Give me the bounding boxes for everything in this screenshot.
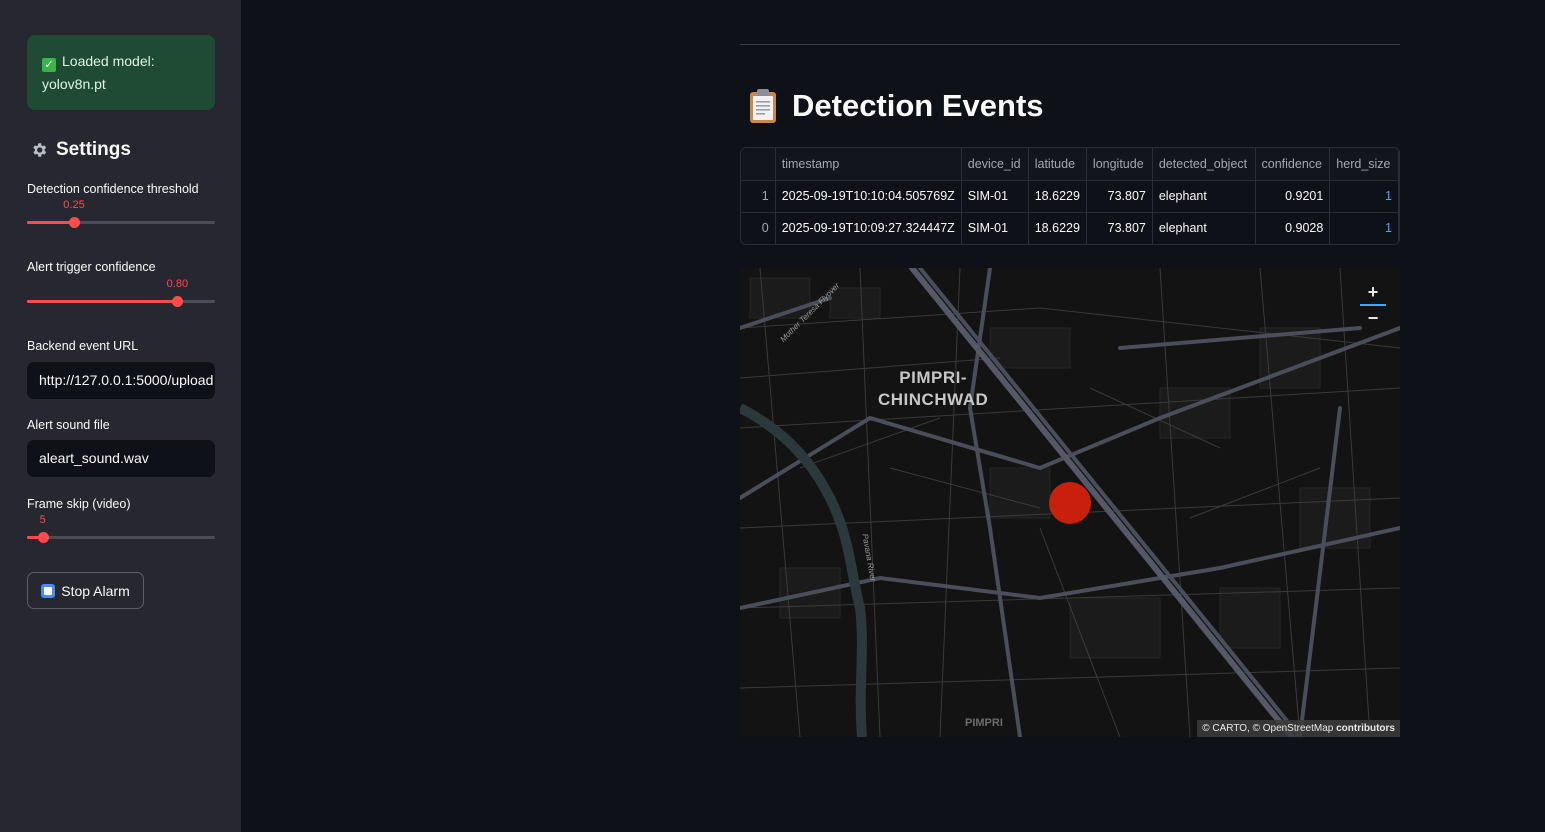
column-header-herd-size[interactable]: herd_size: [1329, 148, 1399, 181]
city-label: PIMPRI- CHINCHWAD: [878, 367, 988, 411]
slider-fill: [27, 300, 178, 303]
cell-detected-object[interactable]: elephant: [1152, 180, 1256, 213]
zoom-in-button[interactable]: +: [1360, 280, 1386, 306]
column-header-timestamp[interactable]: timestamp: [775, 148, 962, 181]
cell-herd-size[interactable]: 1: [1329, 180, 1399, 213]
cell-timestamp[interactable]: 2025-09-19T10:10:04.505769Z: [775, 180, 962, 213]
cell-herd-size[interactable]: 1: [1329, 212, 1399, 244]
slider-value: 5: [39, 514, 46, 526]
frame-skip-slider[interactable]: 5: [27, 514, 215, 546]
alert-confidence-label: Alert trigger confidence: [27, 260, 156, 274]
slider-value: 0.25: [63, 199, 85, 211]
slider-thumb[interactable]: [172, 296, 184, 307]
slider-thumb[interactable]: [69, 217, 80, 228]
column-header-longitude[interactable]: longitude: [1086, 148, 1153, 181]
cell-confidence[interactable]: 0.9201: [1255, 180, 1331, 213]
cell-longitude[interactable]: 73.807: [1086, 212, 1153, 244]
column-header-latitude[interactable]: latitude: [1028, 148, 1087, 181]
column-header-confidence[interactable]: confidence: [1255, 148, 1331, 181]
backend-url-label: Backend event URL: [27, 339, 139, 353]
sidebar: ✓ Loaded model: yolov8n.pt Settings Detec…: [0, 0, 241, 832]
bottom-area-label: PIMPRI: [965, 717, 1003, 729]
cell-confidence[interactable]: 0.9028: [1255, 212, 1331, 244]
slider-track: [27, 536, 215, 539]
cell-latitude[interactable]: 18.6229: [1028, 180, 1087, 213]
check-icon: ✓: [42, 58, 56, 72]
settings-heading: Settings: [30, 139, 131, 161]
table-header-row: timestamp device_id latitude longitude d…: [741, 148, 1399, 181]
cell-device-id[interactable]: SIM-01: [961, 212, 1029, 244]
model-status-label: Loaded model:: [62, 53, 155, 69]
detection-threshold-label: Detection confidence threshold: [27, 182, 199, 196]
stop-alarm-label: Stop Alarm: [61, 582, 130, 599]
table-row[interactable]: 1 2025-09-19T10:10:04.505769Z SIM-01 18.…: [741, 180, 1399, 213]
stop-icon: [41, 583, 56, 598]
stop-alarm-button[interactable]: Stop Alarm: [27, 572, 144, 609]
model-name: yolov8n.pt: [42, 76, 106, 92]
alert-sound-input[interactable]: aleart_sound.wav: [27, 440, 215, 477]
model-loaded-alert: ✓ Loaded model: yolov8n.pt: [27, 35, 215, 110]
slider-thumb[interactable]: [37, 532, 49, 543]
cell-detected-object[interactable]: elephant: [1152, 212, 1256, 244]
events-table[interactable]: timestamp device_id latitude longitude d…: [740, 147, 1400, 245]
page-title-text: Detection Events: [792, 88, 1044, 123]
column-header-device-id[interactable]: device_id: [961, 148, 1029, 181]
clipboard-icon: [750, 89, 776, 123]
frame-skip-label: Frame skip (video): [27, 497, 131, 511]
zoom-out-button[interactable]: −: [1360, 306, 1386, 330]
cell-index[interactable]: 0: [741, 212, 776, 244]
events-map[interactable]: Mother Teresa Flyover Pavana River PIMPR…: [740, 268, 1400, 737]
city-label-line1: PIMPRI-: [899, 368, 967, 387]
attribution-contributors: contributors: [1336, 723, 1395, 734]
page-title: Detection Events: [748, 88, 1044, 124]
attribution-text[interactable]: © CARTO, © OpenStreetMap: [1202, 723, 1333, 734]
divider: [740, 44, 1400, 45]
cell-longitude[interactable]: 73.807: [1086, 180, 1153, 213]
backend-url-input[interactable]: http://127.0.0.1:5000/upload: [27, 362, 215, 399]
column-header-index[interactable]: [741, 148, 776, 181]
city-label-line2: CHINCHWAD: [878, 390, 989, 409]
alert-sound-label: Alert sound file: [27, 418, 110, 432]
alert-confidence-slider[interactable]: 0.80: [27, 278, 215, 310]
slider-value: 0.80: [166, 278, 189, 290]
detection-marker[interactable]: [1049, 482, 1091, 524]
cell-timestamp[interactable]: 2025-09-19T10:09:27.324447Z: [775, 212, 962, 244]
table-row[interactable]: 0 2025-09-19T10:09:27.324447Z SIM-01 18.…: [741, 212, 1399, 244]
detection-threshold-slider[interactable]: 0.25: [27, 199, 215, 231]
slider-fill: [27, 221, 74, 224]
cell-index[interactable]: 1: [741, 180, 776, 213]
map-attribution[interactable]: © CARTO, © OpenStreetMap contributors: [1197, 720, 1400, 737]
cell-device-id[interactable]: SIM-01: [961, 180, 1029, 213]
gear-icon: [33, 143, 47, 157]
settings-title: Settings: [56, 139, 131, 160]
column-header-detected-object[interactable]: detected_object: [1152, 148, 1256, 181]
cell-latitude[interactable]: 18.6229: [1028, 212, 1087, 244]
